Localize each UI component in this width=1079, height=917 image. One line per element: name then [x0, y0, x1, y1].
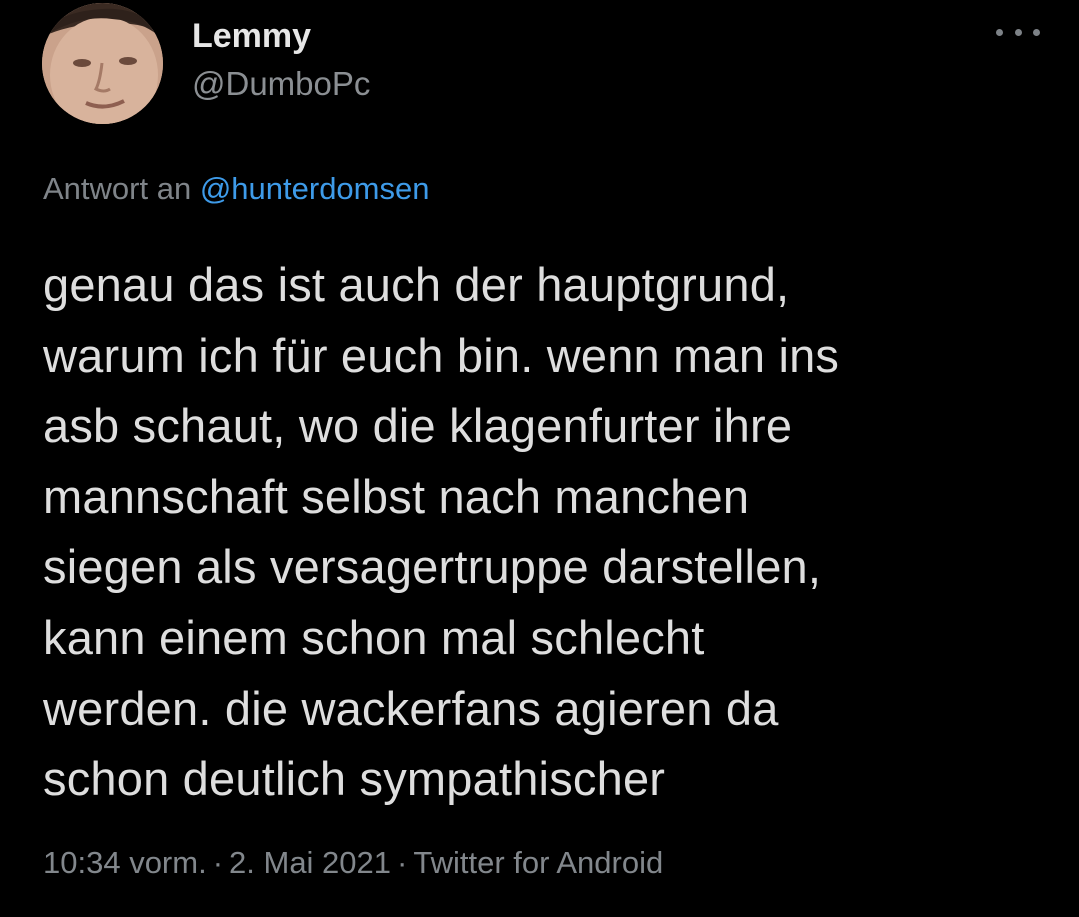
more-dot-icon: [1014, 28, 1022, 36]
tweet-text-line: siegen als versagertruppe darstellen,: [43, 540, 822, 594]
meta-separator: ·: [212, 845, 224, 880]
author-name[interactable]: Lemmy: [192, 16, 311, 56]
more-options-button[interactable]: [996, 20, 1040, 44]
tweet-text-line: schon deutlich sympathischer: [43, 752, 666, 806]
author-handle[interactable]: @DumboPc: [192, 64, 370, 104]
tweet-text-line: warum ich für euch bin. wenn man ins: [43, 328, 840, 382]
avatar-photo-icon: [42, 3, 163, 124]
tweet-time[interactable]: 10:34 vorm.: [43, 845, 207, 880]
tweet-text-line: genau das ist auch der hauptgrund,: [43, 258, 790, 311]
tweet-text-line: mannschaft selbst nach manchen: [43, 469, 750, 523]
tweet-meta: 10:34 vorm. · 2. Mai 2021 · Twitter for Andr…: [43, 843, 663, 883]
more-dot-icon: [1033, 28, 1040, 36]
meta-separator: ·: [397, 845, 408, 880]
tweet-text: genau das ist auch der hauptgrund, warum…: [43, 250, 1053, 815]
tweet-text-line: kann einem schon mal schlecht: [43, 610, 705, 664]
tweet: Lemmy @DumboPc Antwort an @hunterdomsen …: [0, 0, 1079, 917]
reply-mention-link[interactable]: @hunterdomsen: [200, 171, 430, 206]
tweet-client-link[interactable]: Twitter for Android: [413, 845, 663, 880]
tweet-text-line: asb schaut, wo die klagenfurter ihre: [43, 399, 793, 453]
reply-context: Antwort an @hunterdomsen: [43, 169, 429, 209]
tweet-text-line: werden. die wackerfans agieren da: [43, 681, 779, 735]
more-dot-icon: [996, 28, 1003, 36]
reply-prefix: Antwort an: [43, 171, 192, 206]
author-avatar[interactable]: [42, 3, 163, 124]
tweet-date[interactable]: 2. Mai 2021: [229, 845, 391, 880]
